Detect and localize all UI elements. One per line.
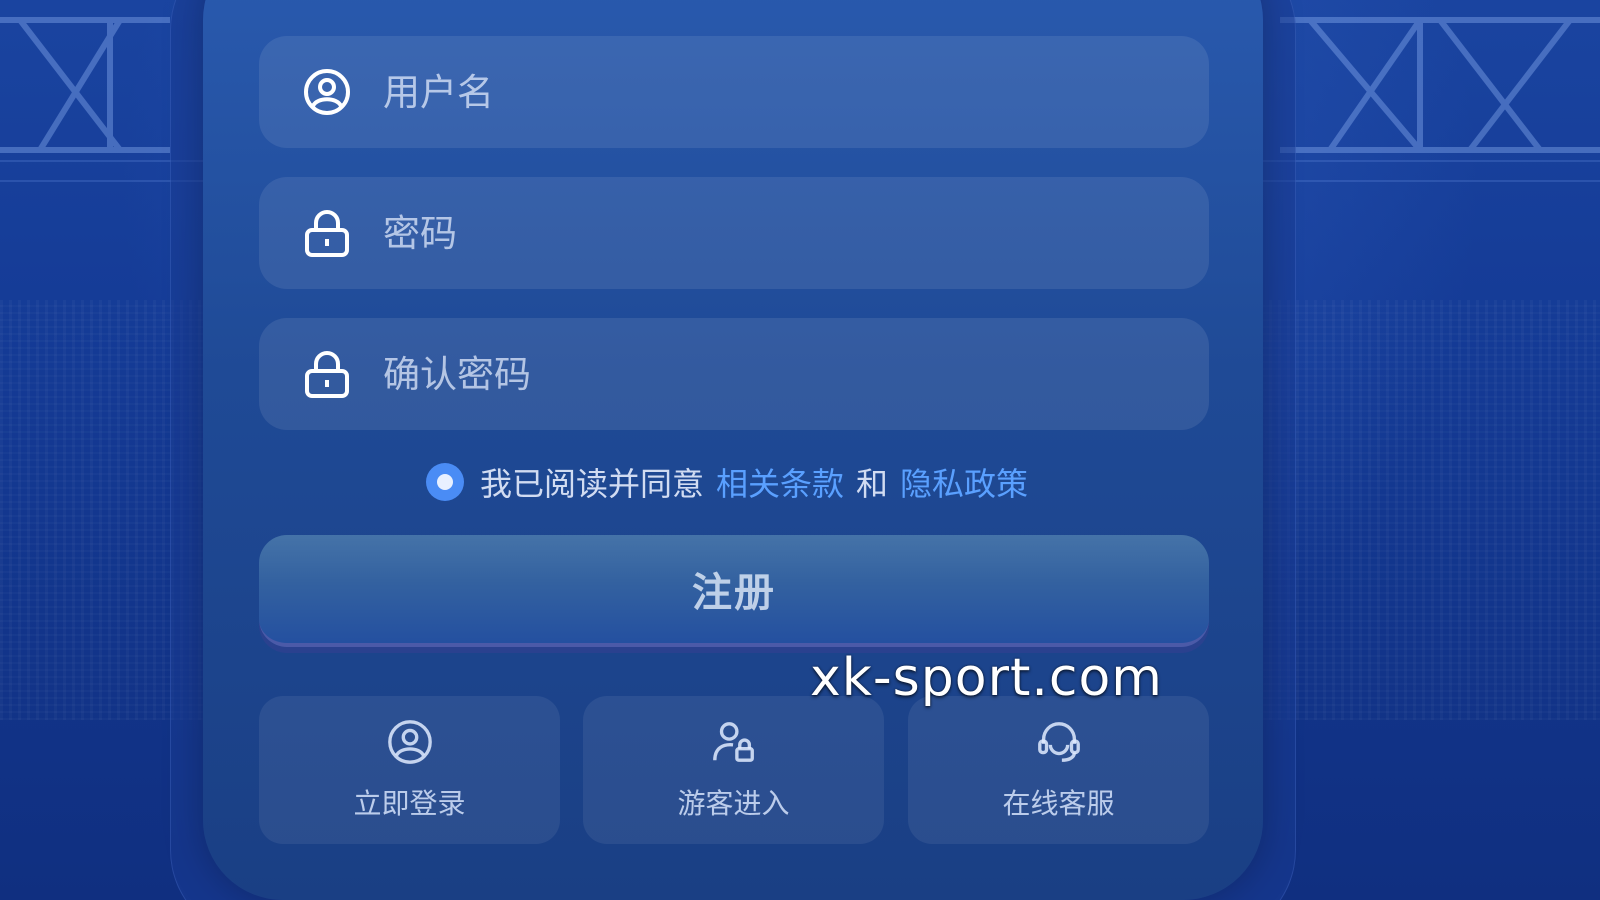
register-button[interactable]: 注册 <box>259 535 1209 647</box>
privacy-link[interactable]: 隐私政策 <box>900 459 1028 505</box>
lock-icon <box>301 207 353 259</box>
password-field[interactable] <box>259 177 1209 289</box>
confirm-password-field[interactable] <box>259 318 1209 430</box>
confirm-password-input[interactable] <box>383 318 1209 430</box>
user-circle-icon <box>384 716 436 768</box>
tile-label: 游客进入 <box>677 787 790 820</box>
online-support-button[interactable]: 在线客服 <box>908 696 1209 844</box>
guest-enter-button[interactable]: 游客进入 <box>583 696 884 844</box>
agreement-conjunction: 和 <box>856 465 889 503</box>
terms-link[interactable]: 相关条款 <box>716 459 844 505</box>
agree-radio[interactable] <box>426 463 464 501</box>
tile-label: 在线客服 <box>1002 787 1115 820</box>
agreement-prefix: 我已阅读并同意 <box>480 465 705 503</box>
agreement-row: 我已阅读并同意 相关条款 和 隐私政策 <box>426 460 1028 504</box>
tile-label: 立即登录 <box>353 787 466 820</box>
headset-icon <box>1033 716 1085 768</box>
watermark-text: xk-sport.com <box>810 648 1163 708</box>
username-input[interactable] <box>383 36 1209 148</box>
username-field[interactable] <box>259 36 1209 148</box>
radio-dot <box>437 474 453 490</box>
guest-user-lock-icon <box>708 716 760 768</box>
login-now-button[interactable]: 立即登录 <box>259 696 560 844</box>
user-circle-icon <box>301 66 353 118</box>
lock-icon <box>301 348 353 400</box>
password-input[interactable] <box>383 177 1209 289</box>
